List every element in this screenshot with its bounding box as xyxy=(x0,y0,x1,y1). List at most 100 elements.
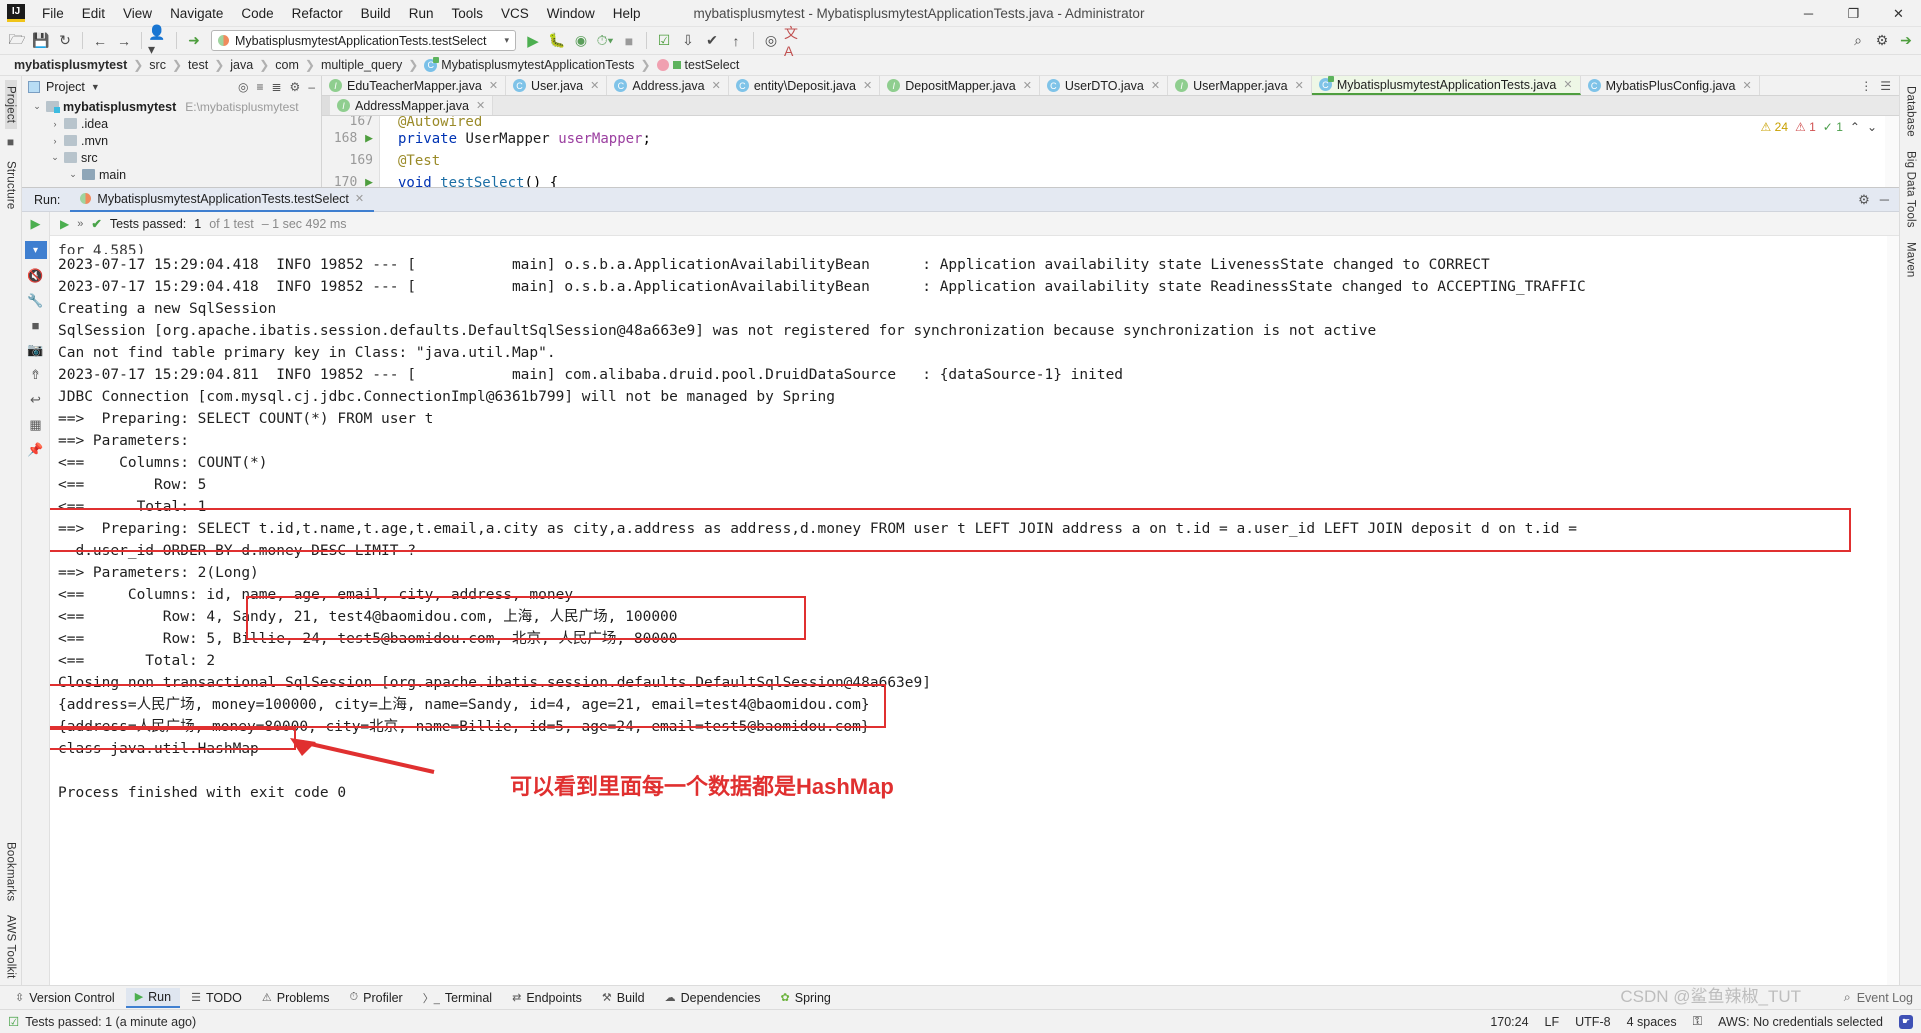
bookmark-icon[interactable]: ◎ xyxy=(760,30,782,52)
git-commit-icon[interactable]: ✔ xyxy=(701,30,723,52)
run-gutter-icon[interactable]: ▶ xyxy=(365,175,373,187)
menu-vcs[interactable]: VCS xyxy=(492,3,538,24)
gear-icon[interactable]: ⚙ xyxy=(1858,192,1870,208)
translate-icon[interactable]: 文A xyxy=(784,25,806,59)
build-hammer-icon[interactable]: ➜ xyxy=(183,30,205,52)
close-icon[interactable]: ✕ xyxy=(1563,78,1572,91)
folder-open-icon[interactable]: 🗁 xyxy=(6,30,28,52)
menu-file[interactable]: File xyxy=(33,3,73,24)
rail-button-project[interactable]: Project xyxy=(4,80,17,130)
menu-tools[interactable]: Tools xyxy=(442,3,492,24)
pin-icon[interactable]: 📌 xyxy=(27,442,43,458)
tree-node-module[interactable]: ⌄ mybatisplusmytest E:\mybatisplusmytest xyxy=(26,98,321,115)
tool-button-terminal[interactable]: 〉_ Terminal xyxy=(414,988,501,1008)
expand-window-icon[interactable]: ➔ xyxy=(1895,30,1917,52)
profiler-button[interactable]: ⏱▾ xyxy=(594,30,616,52)
breadcrumb-item-project[interactable]: mybatisplusmytest xyxy=(8,58,133,72)
close-icon[interactable]: ✕ xyxy=(476,99,485,112)
menu-navigate[interactable]: Navigate xyxy=(161,3,232,24)
git-push-icon[interactable]: ↑ xyxy=(725,30,747,52)
tool-button-spring[interactable]: ✿ Spring xyxy=(772,989,840,1007)
navigate-back-icon[interactable]: ← xyxy=(89,30,111,52)
tool-button-build[interactable]: ⚒ Build xyxy=(593,989,654,1007)
menu-run[interactable]: Run xyxy=(400,3,443,24)
menu-build[interactable]: Build xyxy=(352,3,400,24)
run-coverage-button[interactable]: ◉ xyxy=(570,30,592,52)
rail-button-aws[interactable]: AWS Toolkit xyxy=(5,909,17,985)
tab-mybatisplusconfig[interactable]: C MybatisPlusConfig.java ✕ xyxy=(1580,76,1760,96)
breadcrumb-item-class[interactable]: C MybatisplusmytestApplicationTests xyxy=(418,56,640,72)
tab-usermapper[interactable]: I UserMapper.java ✕ xyxy=(1168,76,1312,96)
menu-view[interactable]: View xyxy=(114,3,161,24)
rail-button-maven[interactable]: Maven xyxy=(1905,236,1917,284)
more-tabs-icon[interactable]: ⋮ xyxy=(1860,79,1872,93)
maximize-button[interactable]: ❐ xyxy=(1831,0,1876,27)
tree-node-src[interactable]: ⌄ src xyxy=(26,149,321,166)
rail-button-bigdata[interactable]: Big Data Tools xyxy=(1905,145,1917,234)
rerun-icon[interactable]: ▶ xyxy=(31,216,41,232)
console-output[interactable]: for 4.585) 2023-07-17 15:29:04.418 INFO … xyxy=(50,236,1899,985)
rail-button-structure[interactable]: Structure xyxy=(5,155,17,215)
close-icon[interactable]: ✕ xyxy=(863,79,872,92)
tool-button-profiler[interactable]: ⏱ Profiler xyxy=(341,989,412,1007)
export-icon[interactable]: ⇮ xyxy=(30,367,41,383)
indent-setting[interactable]: 4 spaces xyxy=(1627,1015,1677,1029)
tool-button-endpoints[interactable]: ⇄ Endpoints xyxy=(503,989,591,1007)
tab-list-icon[interactable]: ☰ xyxy=(1880,79,1891,93)
tab-user[interactable]: C User.java ✕ xyxy=(506,76,608,96)
close-icon[interactable]: ✕ xyxy=(1151,79,1160,92)
breadcrumb-item-java[interactable]: java xyxy=(224,58,259,72)
hide-panel-icon[interactable]: ─ xyxy=(1880,192,1889,208)
tab-eduteachermapper[interactable]: I EduTeacherMapper.java ✕ xyxy=(322,76,507,96)
tree-node-mvn[interactable]: › .mvn xyxy=(26,132,321,149)
checkmark-icon[interactable]: ☑ xyxy=(653,30,675,52)
close-icon[interactable]: ✕ xyxy=(590,79,599,92)
event-log-button[interactable]: ⌕ Event Log xyxy=(1844,990,1921,1005)
camera-icon[interactable]: 📷 xyxy=(27,342,43,358)
tool-button-run[interactable]: ▶ Run xyxy=(125,987,181,1008)
tab-addressmapper[interactable]: I AddressMapper.java ✕ xyxy=(330,96,494,116)
breadcrumb-item-method[interactable]: testSelect xyxy=(651,58,746,72)
hide-panel-icon[interactable]: – xyxy=(308,80,315,94)
tool-button-todo[interactable]: ☰ TODO xyxy=(182,989,251,1007)
inspection-widget[interactable]: ⚠ 24 ⚠ 1 ✓ 1 ⌃ ⌄ xyxy=(1761,120,1877,134)
aws-credentials-status[interactable]: AWS: No credentials selected xyxy=(1718,1015,1883,1029)
close-icon[interactable]: ✕ xyxy=(489,79,498,92)
chevron-right-icon[interactable]: › xyxy=(50,136,60,146)
rail-button-bookmarks[interactable]: Bookmarks xyxy=(5,836,17,907)
stop-icon[interactable]: ■ xyxy=(32,318,40,333)
tab-userdto[interactable]: C UserDTO.java ✕ xyxy=(1039,76,1169,96)
menu-window[interactable]: Window xyxy=(538,3,604,24)
tab-mybatisplusmytestapplicationtests[interactable]: C MybatisplusmytestApplicationTests.java… xyxy=(1311,76,1581,96)
lock-icon[interactable]: ⚿ xyxy=(1693,1014,1703,1029)
tool-button-problems[interactable]: ⚠ Problems xyxy=(253,989,339,1007)
gear-icon[interactable]: ⚙ xyxy=(290,80,301,94)
expand-icon[interactable]: » xyxy=(77,218,83,230)
breadcrumb-item-test[interactable]: test xyxy=(182,58,214,72)
save-icon[interactable]: 💾 xyxy=(30,30,52,52)
code-editor[interactable]: 167 168 ▶ 169 170 ▶ @Autowired private U… xyxy=(322,116,1899,187)
editor-markup-scrollbar[interactable] xyxy=(1885,116,1899,187)
commit-icon[interactable]: ■ xyxy=(7,135,14,149)
close-icon[interactable]: ✕ xyxy=(1023,79,1032,92)
tab-address[interactable]: C Address.java ✕ xyxy=(607,76,729,96)
run-gutter-icon[interactable]: ▶ xyxy=(365,131,373,146)
breadcrumb-item-src[interactable]: src xyxy=(143,58,172,72)
chevron-down-icon[interactable]: ⌄ xyxy=(50,152,60,163)
run-icon[interactable]: ▶ xyxy=(60,217,69,231)
menu-refactor[interactable]: Refactor xyxy=(283,3,352,24)
profile-icon[interactable]: 👤▾ xyxy=(148,24,170,57)
file-encoding[interactable]: UTF-8 xyxy=(1575,1015,1610,1029)
stop-button[interactable]: ■ xyxy=(618,30,640,52)
paw-icon[interactable]: ☛ xyxy=(1899,1014,1913,1029)
sync-icon[interactable]: ↻ xyxy=(54,30,76,52)
rail-button-database[interactable]: Database xyxy=(1905,80,1917,143)
close-icon[interactable]: ✕ xyxy=(355,192,364,205)
tab-deposit[interactable]: C entity\Deposit.java ✕ xyxy=(728,76,881,96)
chevron-down-icon[interactable]: ⌄ xyxy=(1867,120,1877,134)
close-icon[interactable]: ✕ xyxy=(1295,79,1304,92)
chevron-down-icon[interactable]: ⌄ xyxy=(32,101,42,112)
expand-console-icon[interactable]: ▾ xyxy=(24,241,47,259)
menu-help[interactable]: Help xyxy=(604,3,650,24)
breadcrumb-item-com[interactable]: com xyxy=(269,58,305,72)
